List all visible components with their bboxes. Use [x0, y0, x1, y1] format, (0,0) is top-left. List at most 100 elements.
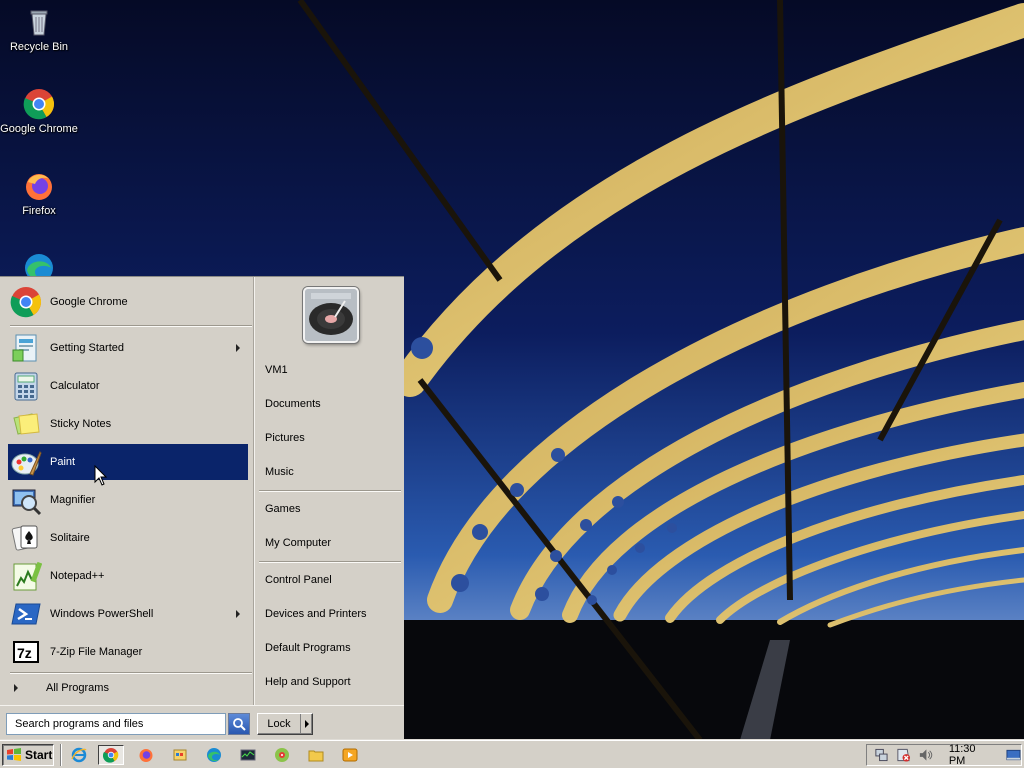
program-label: Solitaire — [50, 532, 90, 544]
lock-label: Lock — [267, 718, 291, 730]
program-label: Sticky Notes — [50, 418, 112, 430]
link-devices-and-printers[interactable]: Devices and Printers — [265, 603, 399, 625]
link-vm1[interactable]: VM1 — [265, 359, 399, 381]
quicklaunch-media[interactable] — [269, 745, 295, 765]
7zip-icon: 7z — [13, 641, 39, 663]
search-button[interactable] — [228, 713, 250, 735]
program-label: Paint — [50, 456, 76, 468]
all-programs-label: All Programs — [46, 682, 109, 694]
desktop-icon-firefox[interactable]: Firefox — [0, 170, 78, 218]
quicklaunch-folder[interactable] — [303, 745, 329, 765]
taskbar: Start 11:30 PM — [0, 740, 1024, 768]
program-label: Google Chrome — [50, 296, 128, 308]
paint-icon — [11, 451, 42, 476]
program-label: Calculator — [50, 380, 100, 392]
start-menu-places-pane: VM1 Documents Pictures Music Games My Co… — [254, 277, 404, 705]
desktop-icon-recycle-bin[interactable]: Recycle Bin — [0, 6, 78, 54]
desktop-icon-label: Google Chrome — [0, 123, 78, 135]
start-menu: Google Chrome Getting Started Calculator… — [0, 276, 404, 741]
quicklaunch-edge[interactable] — [201, 745, 227, 765]
system-tray: 11:30 PM — [866, 743, 1022, 767]
calculator-icon — [14, 372, 38, 401]
link-help-and-support[interactable]: Help and Support — [265, 671, 399, 693]
lock-options-button[interactable] — [300, 714, 312, 734]
quicklaunch-windows-explorer[interactable] — [167, 745, 193, 765]
media-icon — [275, 748, 289, 762]
notepadpp-icon — [13, 561, 42, 591]
all-programs-separator — [10, 672, 252, 674]
link-control-panel[interactable]: Control Panel — [265, 569, 399, 591]
mouse-cursor-icon — [94, 465, 108, 486]
quicklaunch-internet-explorer[interactable] — [66, 745, 92, 765]
program-paint[interactable]: Paint — [8, 444, 248, 480]
magnifier-icon — [12, 489, 42, 516]
clock[interactable]: 11:30 PM — [949, 743, 992, 767]
start-button[interactable]: Start — [2, 744, 54, 766]
desktop-icon-google-chrome[interactable]: Google Chrome — [0, 88, 78, 136]
program-calculator[interactable]: Calculator — [8, 368, 248, 404]
quicklaunch-firefox[interactable] — [133, 745, 159, 765]
program-7zip-file-manager[interactable]: 7z 7-Zip File Manager — [8, 634, 248, 670]
program-label: Windows PowerShell — [50, 608, 154, 620]
getting-started-icon — [12, 334, 37, 362]
quicklaunch-chrome[interactable] — [98, 745, 124, 765]
program-magnifier[interactable]: Magnifier — [8, 482, 248, 518]
program-solitaire[interactable]: Solitaire — [8, 520, 248, 556]
task-manager-icon — [240, 749, 256, 761]
folder-icon — [308, 750, 324, 762]
quicklaunch-task-manager[interactable] — [235, 745, 261, 765]
media-player-icon — [342, 748, 358, 762]
internet-explorer-icon — [71, 747, 87, 763]
program-sticky-notes[interactable]: Sticky Notes — [8, 406, 248, 442]
powershell-icon — [11, 603, 41, 625]
pinned-google-chrome[interactable]: Google Chrome — [8, 284, 248, 320]
link-documents[interactable]: Documents — [265, 393, 399, 415]
chrome-icon — [23, 89, 55, 120]
link-music[interactable]: Music — [265, 461, 399, 483]
pinned-separator — [10, 325, 252, 327]
firefox-icon — [26, 174, 52, 200]
turntable-icon — [305, 289, 357, 341]
search-input[interactable] — [6, 713, 226, 735]
user-picture[interactable] — [303, 287, 359, 343]
chrome-icon — [10, 287, 42, 318]
start-menu-programs-pane: Google Chrome Getting Started Calculator… — [2, 279, 254, 705]
sticky-notes-icon — [13, 413, 40, 435]
search-icon — [233, 718, 246, 731]
link-my-computer[interactable]: My Computer — [265, 532, 399, 554]
windows-flag-icon — [7, 748, 21, 761]
solitaire-icon — [11, 525, 38, 551]
link-pictures[interactable]: Pictures — [265, 427, 399, 449]
program-label: Notepad++ — [50, 570, 105, 582]
desktop-icon-label: Firefox — [22, 205, 56, 217]
program-notepadpp[interactable]: Notepad++ — [8, 558, 248, 594]
start-menu-bottom-bar: Lock — [0, 705, 404, 741]
program-label: Magnifier — [50, 494, 96, 506]
submenu-arrow-icon — [236, 610, 240, 618]
expand-arrow-icon — [14, 684, 18, 692]
lock-button[interactable]: Lock — [257, 713, 313, 735]
submenu-arrow-icon — [236, 344, 240, 352]
recycle-bin-icon — [30, 10, 48, 36]
program-label: 7-Zip File Manager — [50, 646, 143, 658]
desktop-icon-label: Recycle Bin — [9, 41, 69, 53]
firefox-icon — [139, 749, 153, 762]
taskbar-separator — [60, 744, 62, 766]
svg-text:7z: 7z — [17, 645, 32, 661]
network-icon[interactable] — [874, 747, 889, 763]
link-default-programs[interactable]: Default Programs — [265, 637, 399, 659]
show-desktop-icon[interactable] — [1006, 747, 1021, 763]
windows-explorer-icon — [173, 749, 187, 761]
chrome-icon — [103, 748, 119, 763]
security-alert-icon[interactable] — [896, 747, 911, 763]
edge-icon — [207, 748, 221, 762]
volume-icon[interactable] — [918, 747, 933, 763]
program-windows-powershell[interactable]: Windows PowerShell — [8, 596, 248, 632]
places-separator — [259, 490, 401, 492]
all-programs-button[interactable]: All Programs — [8, 675, 248, 701]
start-label: Start — [25, 748, 53, 762]
system-separator — [259, 561, 401, 563]
link-games[interactable]: Games — [265, 498, 399, 520]
quicklaunch-media-player[interactable] — [337, 745, 363, 765]
program-getting-started[interactable]: Getting Started — [8, 330, 248, 366]
